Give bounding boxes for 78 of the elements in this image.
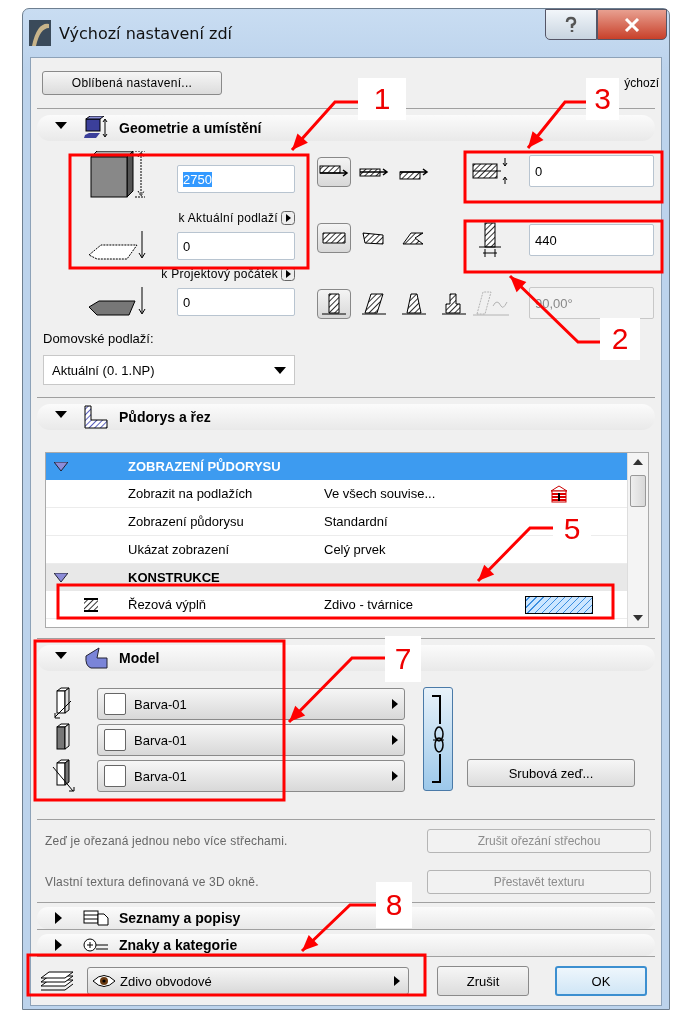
help-icon: [564, 15, 578, 34]
section-header[interactable]: Znaky a kategorie: [37, 934, 655, 956]
section-header[interactable]: Geometrie a umístění: [37, 115, 655, 141]
color-swatch: [104, 765, 126, 787]
property-value[interactable]: Zdivo - tvárnice: [324, 597, 514, 612]
default-label: ýchozí: [624, 76, 659, 90]
wall-profile-icon: [361, 292, 387, 316]
material-button[interactable]: Barva-01: [97, 724, 405, 756]
wall-face-icon: [51, 759, 77, 793]
layer-dropdown[interactable]: Zdivo obvodové: [87, 967, 409, 995]
link-button[interactable]: k Projektový počátek: [161, 267, 295, 281]
fill-swatch[interactable]: [525, 595, 593, 614]
color-swatch: [104, 693, 126, 715]
property-name: Zobrazení půdorysu: [128, 514, 245, 529]
log-wall-button[interactable]: Srubová zeď...: [467, 759, 635, 787]
thickness-field[interactable]: 440: [529, 224, 654, 256]
property-value[interactable]: Ve všech souvise...: [324, 486, 514, 501]
ok-button[interactable]: OK: [555, 966, 647, 996]
roof-trim-note: Zeď je ořezaná jednou nebo více střechami.: [45, 833, 288, 848]
wall-geometry-option[interactable]: [317, 223, 351, 253]
wall-profile-icon: [321, 292, 347, 316]
play-icon: [281, 211, 295, 225]
reference-offset-field[interactable]: 0: [529, 155, 654, 187]
cancel-button[interactable]: Zrušit: [437, 966, 529, 996]
favorites-button[interactable]: Oblíbená nastavení...: [42, 71, 222, 95]
eye-icon: [92, 974, 116, 988]
building-icon: [549, 484, 569, 503]
callout-number: 1: [358, 78, 406, 120]
submenu-arrow-icon: [394, 976, 400, 986]
callout-number: 8: [376, 882, 412, 928]
property-value[interactable]: Standardní: [324, 514, 514, 529]
wall-profile-option[interactable]: [317, 289, 351, 319]
material-button[interactable]: Barva-01: [97, 688, 405, 720]
submenu-arrow-icon: [392, 699, 398, 709]
link-toggle[interactable]: [423, 687, 453, 791]
callout-arrow: [290, 100, 358, 151]
callout-number: 2: [600, 318, 640, 360]
wall-profile-icon: [441, 292, 467, 316]
submenu-arrow-icon: [392, 771, 398, 781]
fill-pattern-icon: [83, 597, 99, 612]
base-offset-field[interactable]: 0: [177, 288, 295, 316]
property-value[interactable]: Celý prvek: [324, 542, 514, 557]
wall-box-icon: [83, 116, 109, 140]
material-button[interactable]: Barva-01: [97, 760, 405, 792]
texture-note: Vlastní textura definovaná ve 3D okně.: [45, 874, 259, 889]
help-button[interactable]: [545, 9, 597, 40]
callout-number: 3: [586, 78, 619, 120]
property-name: Zobrazit na podlažích: [128, 486, 254, 501]
layers-icon: [39, 970, 75, 992]
scroll-down-icon[interactable]: [633, 615, 643, 621]
property-name: Řezová výplň: [128, 597, 208, 612]
angle-icon: [471, 288, 511, 318]
app-icon: [29, 20, 51, 46]
link-button[interactable]: k Aktuální podlaží: [178, 211, 295, 225]
callout-arrow: [526, 100, 588, 149]
close-button[interactable]: [597, 9, 667, 40]
dropdown-arrow-icon: [274, 366, 286, 374]
home-story-dropdown[interactable]: Aktuální (0. 1.NP): [43, 355, 295, 385]
section-header[interactable]: Půdorys a řez: [37, 404, 655, 430]
property-name: Ukázat zobrazení: [128, 542, 231, 557]
tag-icon: [83, 937, 109, 953]
callout-number: 7: [385, 636, 421, 682]
wall-profile-icon: [401, 292, 427, 316]
submenu-arrow-icon: [392, 735, 398, 745]
wall-shape-icon: [361, 230, 387, 246]
bottom-offset-field[interactable]: 0: [177, 232, 295, 260]
reference-line-option[interactable]: [317, 157, 351, 187]
scroll-up-icon[interactable]: [633, 459, 643, 465]
wall-shape-icon: [321, 230, 347, 246]
surface-icon: [83, 646, 109, 670]
home-story-label: Domovské podlaží:: [43, 331, 155, 348]
window-title: Výchozí nastavení zdí: [59, 23, 232, 43]
color-swatch: [104, 729, 126, 751]
scroll-thumb[interactable]: [630, 475, 646, 507]
list-icon: [83, 910, 109, 926]
hatched-arrow-icon: [319, 164, 349, 180]
close-icon: [624, 17, 640, 32]
plan-section-icon: [83, 405, 109, 429]
